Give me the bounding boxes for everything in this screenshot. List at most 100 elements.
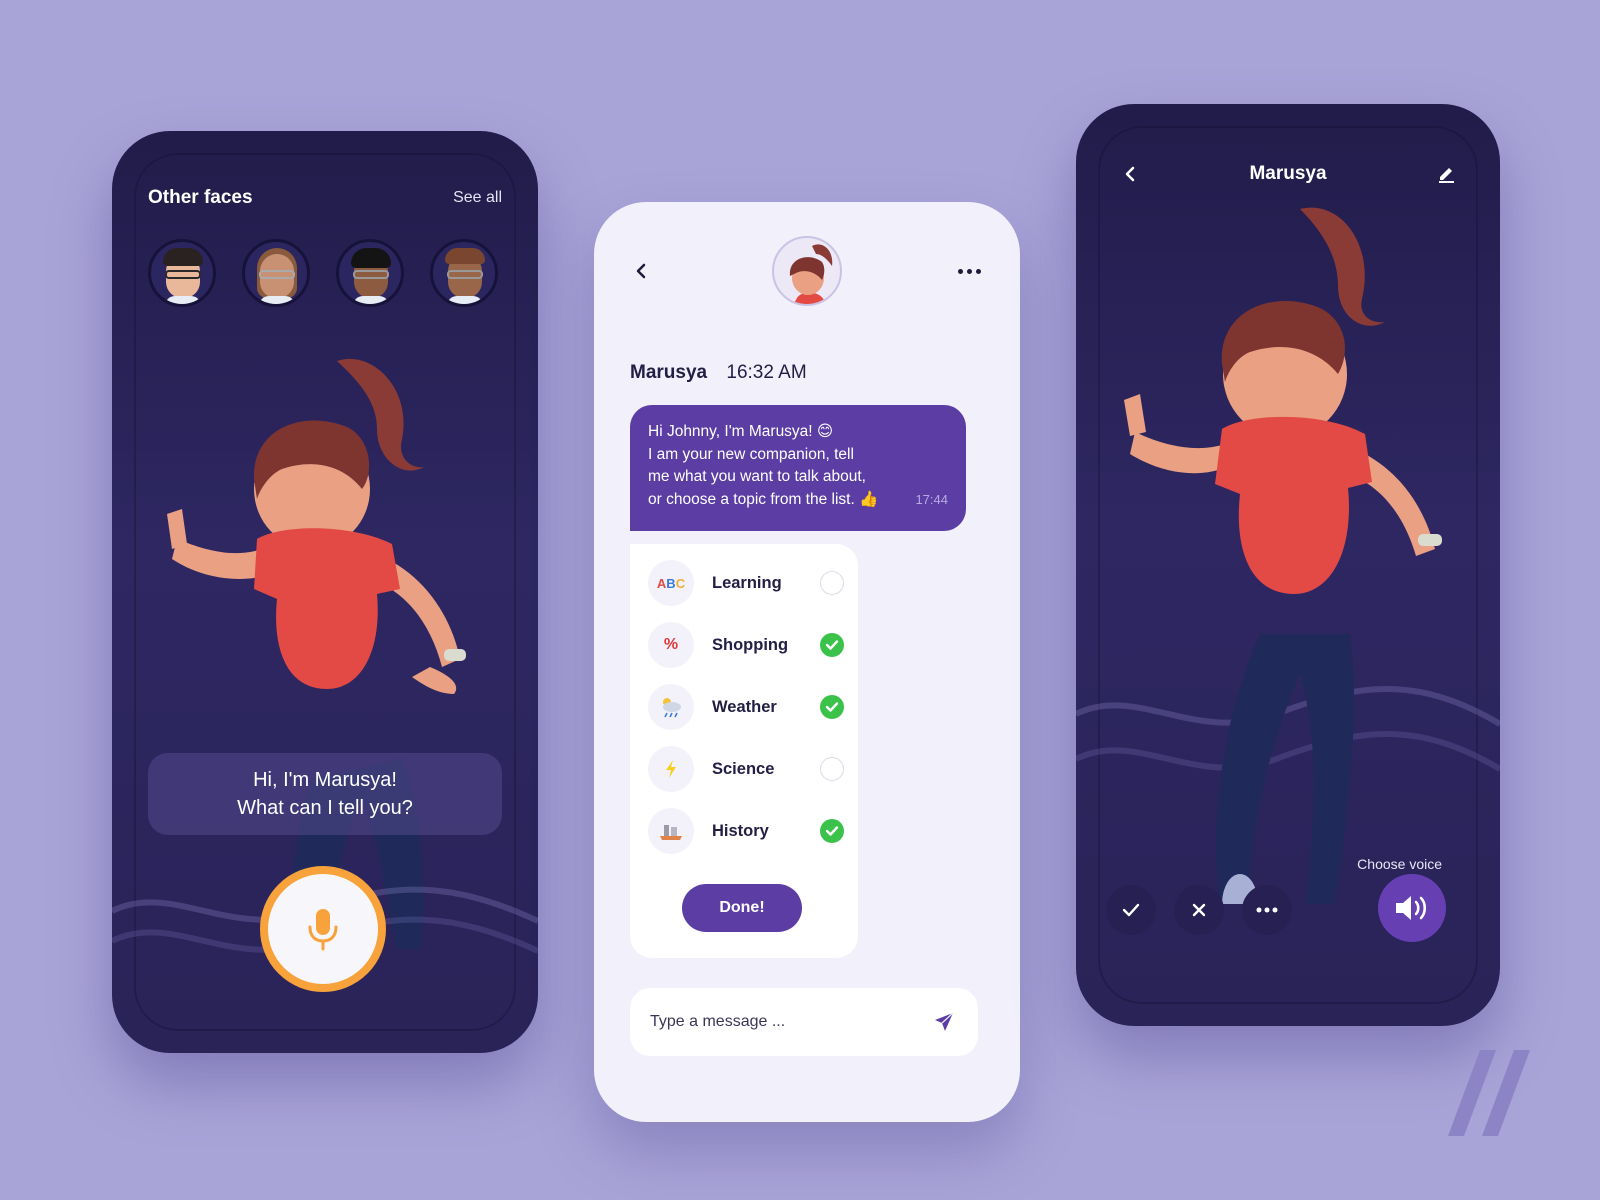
dot — [966, 268, 972, 274]
shirt-shape — [259, 296, 295, 304]
abc-book-icon: ABC — [648, 560, 694, 606]
voice-phone-screen: Marusya Choose voice — [1076, 104, 1500, 1026]
chevron-left-icon — [636, 263, 646, 279]
check-icon — [1122, 903, 1140, 917]
message-line: or choose a topic from the list. 👍 — [648, 490, 879, 508]
microphone-button[interactable] — [260, 866, 386, 992]
message-time: 17:44 — [915, 491, 948, 507]
head-shape — [1223, 310, 1347, 438]
see-all-link[interactable]: See all — [453, 189, 502, 207]
topic-shopping[interactable]: % Shopping — [648, 622, 844, 668]
topic-checkbox-checked[interactable] — [820, 819, 844, 843]
rain-cloud-icon — [648, 684, 694, 730]
send-button[interactable] — [930, 1008, 958, 1036]
message-input[interactable]: Type a message ... — [630, 988, 978, 1056]
topic-history[interactable]: History — [648, 808, 844, 854]
edit-button[interactable] — [1432, 160, 1460, 188]
castle-ruins-icon — [648, 808, 694, 854]
left-phone-screen: Other faces See all Hi, I'm Marusya! Wha… — [112, 131, 538, 1053]
topic-label: Science — [712, 759, 775, 778]
other-faces-header: Other faces See all — [148, 187, 502, 209]
lightning-glyph — [666, 760, 676, 778]
character-title: Marusya — [1249, 163, 1327, 184]
left-hand-shape — [1124, 394, 1146, 436]
message-line: me what you want to talk about, — [648, 468, 866, 485]
done-button[interactable]: Done! — [682, 884, 802, 932]
back-button[interactable] — [626, 256, 656, 286]
greeting-line-1: Hi, I'm Marusya! — [253, 769, 397, 791]
ponytail-shape — [1300, 207, 1385, 326]
bracelet-shape — [1418, 534, 1442, 546]
right-arm-shape — [1350, 449, 1435, 556]
topic-checkbox-unchecked[interactable] — [820, 757, 844, 781]
brand-slashes-logo — [1448, 1050, 1530, 1136]
glasses-shape — [447, 270, 483, 279]
topic-label: Learning — [712, 573, 782, 592]
glasses-shape — [165, 270, 201, 279]
microphone-icon — [308, 909, 338, 951]
percent-icon: % — [648, 622, 694, 668]
left-hand-shape — [167, 509, 187, 549]
glasses-shape — [353, 270, 389, 279]
more-horizontal-icon — [957, 268, 963, 274]
topic-label: Weather — [712, 697, 777, 716]
lightning-icon — [648, 746, 694, 792]
right-arm-shape — [382, 559, 460, 667]
marusya-avatar-icon — [789, 244, 833, 304]
face-avatar-1[interactable] — [148, 239, 216, 307]
topic-checkbox-checked[interactable] — [820, 633, 844, 657]
reject-button[interactable] — [1174, 885, 1224, 935]
topic-checkbox-checked[interactable] — [820, 695, 844, 719]
face-avatar-3[interactable] — [336, 239, 404, 307]
faces-row — [148, 239, 498, 307]
bracelet-shape — [444, 649, 466, 661]
topic-label: History — [712, 821, 769, 840]
shirt-shape — [1215, 416, 1372, 594]
pencil-icon — [1438, 168, 1454, 183]
rain-cloud-glyph — [663, 698, 681, 718]
shirt-shape — [254, 528, 400, 689]
message-line: Hi Johnny, I'm Marusya! 😊 — [648, 423, 834, 440]
topic-weather[interactable]: Weather — [648, 684, 844, 730]
dot — [975, 268, 981, 274]
topic-learning[interactable]: ABC Learning — [648, 560, 844, 606]
pants-shape — [1216, 634, 1355, 904]
right-hand-shape — [412, 667, 457, 694]
face-avatar-2[interactable] — [242, 239, 310, 307]
marusya-character-figure — [1124, 207, 1442, 904]
choose-voice-label: Choose voice — [1357, 856, 1442, 872]
voice-header: Marusya — [1116, 160, 1460, 188]
message-bubble: Hi Johnny, I'm Marusya! 😊 I am your new … — [630, 405, 966, 531]
send-icon — [935, 1012, 954, 1031]
back-button[interactable] — [1116, 160, 1144, 188]
choose-voice-button[interactable] — [1378, 874, 1446, 942]
chat-phone-screen: Marusya 16:32 AM Hi Johnny, I'm Marusya!… — [594, 202, 1020, 1122]
left-arm-shape — [1130, 432, 1230, 474]
marusya-avatar[interactable] — [772, 236, 842, 306]
more-horizontal-icon — [1256, 907, 1278, 913]
glasses-shape — [259, 270, 295, 279]
close-icon — [1192, 903, 1206, 917]
accept-button[interactable] — [1106, 885, 1156, 935]
more-options-button[interactable] — [952, 256, 986, 286]
topic-label: Shopping — [712, 635, 789, 654]
ruins-glyph — [660, 825, 682, 840]
speaker-volume-icon — [1396, 896, 1427, 920]
hair-shape — [163, 248, 203, 266]
message-meta: Marusya 16:32 AM — [630, 362, 807, 384]
shirt-shape — [353, 296, 389, 304]
head-shape — [254, 429, 370, 549]
face-avatar-4[interactable] — [430, 239, 498, 307]
section-title: Other faces — [148, 187, 253, 208]
hair-shape — [445, 248, 485, 264]
shirt-shape — [165, 296, 201, 304]
check-icon — [825, 702, 839, 712]
topic-science[interactable]: Science — [648, 746, 844, 792]
voice-wave-graphic — [1076, 686, 1500, 772]
more-options-button[interactable] — [1242, 885, 1292, 935]
topic-checkbox-unchecked[interactable] — [820, 571, 844, 595]
check-icon — [825, 640, 839, 650]
topics-card: ABC Learning % Shopping Weather Science — [630, 544, 858, 958]
chevron-left-icon — [1125, 166, 1135, 182]
sender-time: 16:32 AM — [726, 362, 807, 383]
